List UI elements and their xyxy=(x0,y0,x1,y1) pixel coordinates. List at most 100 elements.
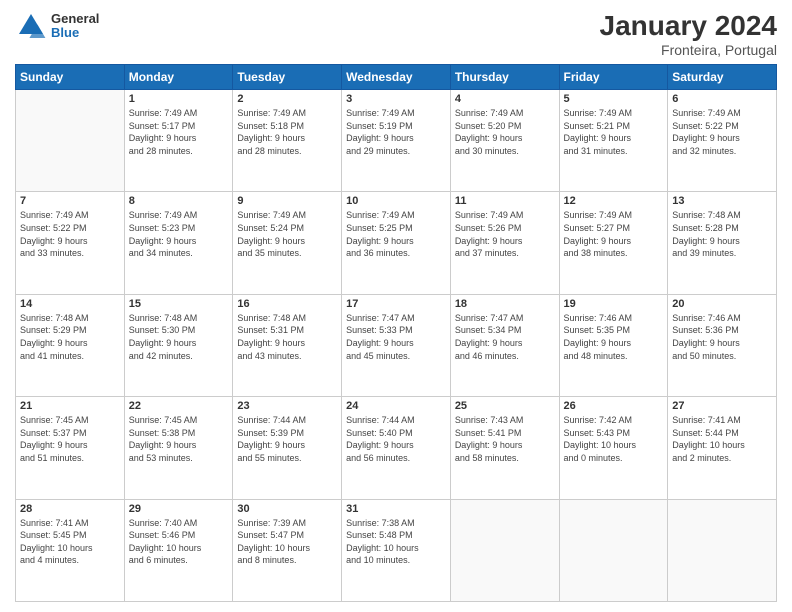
page: General Blue January 2024 Fronteira, Por… xyxy=(0,0,792,612)
calendar-cell: 18 Sunrise: 7:47 AM Sunset: 5:34 PM Dayli… xyxy=(450,294,559,396)
calendar-cell: 5 Sunrise: 7:49 AM Sunset: 5:21 PM Daylig… xyxy=(559,90,668,192)
calendar-cell: 14Sunrise: 7:48 AM Sunset: 5:29 PM Dayli… xyxy=(16,294,125,396)
weekday-header: Wednesday xyxy=(342,65,451,90)
calendar-title: January 2024 xyxy=(600,10,777,42)
day-number: 27 xyxy=(672,400,772,412)
day-number: 18 xyxy=(455,298,555,310)
calendar-cell: 7Sunrise: 7:49 AM Sunset: 5:22 PM Daylig… xyxy=(16,192,125,294)
day-info: Sunrise: 7:49 AM Sunset: 5:22 PM Dayligh… xyxy=(672,107,772,157)
calendar-cell: 11Sunrise: 7:49 AM Sunset: 5:26 PM Dayli… xyxy=(450,192,559,294)
day-number: 23 xyxy=(237,400,337,412)
calendar-week-row: 14Sunrise: 7:48 AM Sunset: 5:29 PM Dayli… xyxy=(16,294,777,396)
calendar-cell: 24 Sunrise: 7:44 AM Sunset: 5:40 PM Dayli… xyxy=(342,397,451,499)
day-info: Sunrise: 7:47 AM Sunset: 5:33 PM Dayligh… xyxy=(346,312,446,362)
day-info: Sunrise: 7:44 AM Sunset: 5:39 PM Dayligh… xyxy=(237,414,337,464)
day-number: 6 xyxy=(672,93,772,105)
calendar-cell: 17 Sunrise: 7:47 AM Sunset: 5:33 PM Dayli… xyxy=(342,294,451,396)
weekday-header: Friday xyxy=(559,65,668,90)
day-info: Sunrise: 7:49 AM Sunset: 5:24 PM Dayligh… xyxy=(237,209,337,259)
day-number: 12 xyxy=(564,195,664,207)
calendar-cell: 20 Sunrise: 7:46 AM Sunset: 5:36 PM Dayli… xyxy=(668,294,777,396)
day-number: 2 xyxy=(237,93,337,105)
day-info: Sunrise: 7:40 AM Sunset: 5:46 PM Dayligh… xyxy=(129,517,229,567)
day-info: Sunrise: 7:41 AM Sunset: 5:45 PM Dayligh… xyxy=(20,517,120,567)
day-info: Sunrise: 7:49 AM Sunset: 5:20 PM Dayligh… xyxy=(455,107,555,157)
day-number: 9 xyxy=(237,195,337,207)
calendar-week-row: 28 Sunrise: 7:41 AM Sunset: 5:45 PM Dayli… xyxy=(16,499,777,601)
day-info: Sunrise: 7:43 AM Sunset: 5:41 PM Dayligh… xyxy=(455,414,555,464)
day-number: 4 xyxy=(455,93,555,105)
day-info: Sunrise: 7:48 AM Sunset: 5:28 PM Dayligh… xyxy=(672,209,772,259)
calendar-cell: 9 Sunrise: 7:49 AM Sunset: 5:24 PM Daylig… xyxy=(233,192,342,294)
calendar-cell: 25 Sunrise: 7:43 AM Sunset: 5:41 PM Dayli… xyxy=(450,397,559,499)
day-info: Sunrise: 7:49 AM Sunset: 5:23 PM Dayligh… xyxy=(129,209,229,259)
day-info: Sunrise: 7:49 AM Sunset: 5:19 PM Dayligh… xyxy=(346,107,446,157)
day-info: Sunrise: 7:46 AM Sunset: 5:36 PM Dayligh… xyxy=(672,312,772,362)
calendar-cell: 13Sunrise: 7:48 AM Sunset: 5:28 PM Dayli… xyxy=(668,192,777,294)
day-info: Sunrise: 7:49 AM Sunset: 5:17 PM Dayligh… xyxy=(129,107,229,157)
calendar-cell: 8 Sunrise: 7:49 AM Sunset: 5:23 PM Daylig… xyxy=(124,192,233,294)
day-number: 28 xyxy=(20,503,120,515)
calendar-cell: 2 Sunrise: 7:49 AM Sunset: 5:18 PM Daylig… xyxy=(233,90,342,192)
logo-line1: General xyxy=(51,12,99,26)
calendar-cell xyxy=(559,499,668,601)
day-info: Sunrise: 7:44 AM Sunset: 5:40 PM Dayligh… xyxy=(346,414,446,464)
calendar-cell: 22 Sunrise: 7:45 AM Sunset: 5:38 PM Dayli… xyxy=(124,397,233,499)
day-info: Sunrise: 7:49 AM Sunset: 5:27 PM Dayligh… xyxy=(564,209,664,259)
calendar-cell: 21Sunrise: 7:45 AM Sunset: 5:37 PM Dayli… xyxy=(16,397,125,499)
weekday-header: Monday xyxy=(124,65,233,90)
calendar-body: 1 Sunrise: 7:49 AM Sunset: 5:17 PM Daylig… xyxy=(16,90,777,602)
weekday-header: Sunday xyxy=(16,65,125,90)
day-number: 8 xyxy=(129,195,229,207)
day-info: Sunrise: 7:48 AM Sunset: 5:31 PM Dayligh… xyxy=(237,312,337,362)
day-number: 10 xyxy=(346,195,446,207)
calendar-cell xyxy=(16,90,125,192)
day-number: 17 xyxy=(346,298,446,310)
calendar-subtitle: Fronteira, Portugal xyxy=(600,42,777,58)
title-block: January 2024 Fronteira, Portugal xyxy=(600,10,777,58)
day-info: Sunrise: 7:49 AM Sunset: 5:21 PM Dayligh… xyxy=(564,107,664,157)
day-number: 5 xyxy=(564,93,664,105)
day-number: 15 xyxy=(129,298,229,310)
weekday-row: SundayMondayTuesdayWednesdayThursdayFrid… xyxy=(16,65,777,90)
day-info: Sunrise: 7:45 AM Sunset: 5:38 PM Dayligh… xyxy=(129,414,229,464)
logo-text: General Blue xyxy=(51,12,99,41)
day-number: 3 xyxy=(346,93,446,105)
day-number: 26 xyxy=(564,400,664,412)
calendar-week-row: 1 Sunrise: 7:49 AM Sunset: 5:17 PM Daylig… xyxy=(16,90,777,192)
day-number: 16 xyxy=(237,298,337,310)
day-info: Sunrise: 7:38 AM Sunset: 5:48 PM Dayligh… xyxy=(346,517,446,567)
day-number: 22 xyxy=(129,400,229,412)
logo-line2: Blue xyxy=(51,26,99,40)
day-number: 31 xyxy=(346,503,446,515)
calendar-cell xyxy=(668,499,777,601)
day-info: Sunrise: 7:48 AM Sunset: 5:30 PM Dayligh… xyxy=(129,312,229,362)
calendar-cell: 4 Sunrise: 7:49 AM Sunset: 5:20 PM Daylig… xyxy=(450,90,559,192)
calendar-cell: 26Sunrise: 7:42 AM Sunset: 5:43 PM Dayli… xyxy=(559,397,668,499)
day-info: Sunrise: 7:49 AM Sunset: 5:18 PM Dayligh… xyxy=(237,107,337,157)
day-info: Sunrise: 7:49 AM Sunset: 5:26 PM Dayligh… xyxy=(455,209,555,259)
calendar-cell: 15 Sunrise: 7:48 AM Sunset: 5:30 PM Dayli… xyxy=(124,294,233,396)
calendar-cell: 10Sunrise: 7:49 AM Sunset: 5:25 PM Dayli… xyxy=(342,192,451,294)
calendar-cell: 23 Sunrise: 7:44 AM Sunset: 5:39 PM Dayli… xyxy=(233,397,342,499)
calendar-cell: 30Sunrise: 7:39 AM Sunset: 5:47 PM Dayli… xyxy=(233,499,342,601)
day-number: 20 xyxy=(672,298,772,310)
calendar-cell: 31 Sunrise: 7:38 AM Sunset: 5:48 PM Dayli… xyxy=(342,499,451,601)
weekday-header: Tuesday xyxy=(233,65,342,90)
day-info: Sunrise: 7:46 AM Sunset: 5:35 PM Dayligh… xyxy=(564,312,664,362)
calendar-cell: 19Sunrise: 7:46 AM Sunset: 5:35 PM Dayli… xyxy=(559,294,668,396)
calendar-cell xyxy=(450,499,559,601)
calendar-cell: 1 Sunrise: 7:49 AM Sunset: 5:17 PM Daylig… xyxy=(124,90,233,192)
day-number: 14 xyxy=(20,298,120,310)
calendar-table: SundayMondayTuesdayWednesdayThursdayFrid… xyxy=(15,64,777,602)
logo-icon xyxy=(15,10,47,42)
day-number: 24 xyxy=(346,400,446,412)
calendar-cell: 27 Sunrise: 7:41 AM Sunset: 5:44 PM Dayli… xyxy=(668,397,777,499)
day-info: Sunrise: 7:47 AM Sunset: 5:34 PM Dayligh… xyxy=(455,312,555,362)
day-info: Sunrise: 7:41 AM Sunset: 5:44 PM Dayligh… xyxy=(672,414,772,464)
day-number: 25 xyxy=(455,400,555,412)
weekday-header: Saturday xyxy=(668,65,777,90)
day-info: Sunrise: 7:39 AM Sunset: 5:47 PM Dayligh… xyxy=(237,517,337,567)
day-info: Sunrise: 7:45 AM Sunset: 5:37 PM Dayligh… xyxy=(20,414,120,464)
day-number: 1 xyxy=(129,93,229,105)
